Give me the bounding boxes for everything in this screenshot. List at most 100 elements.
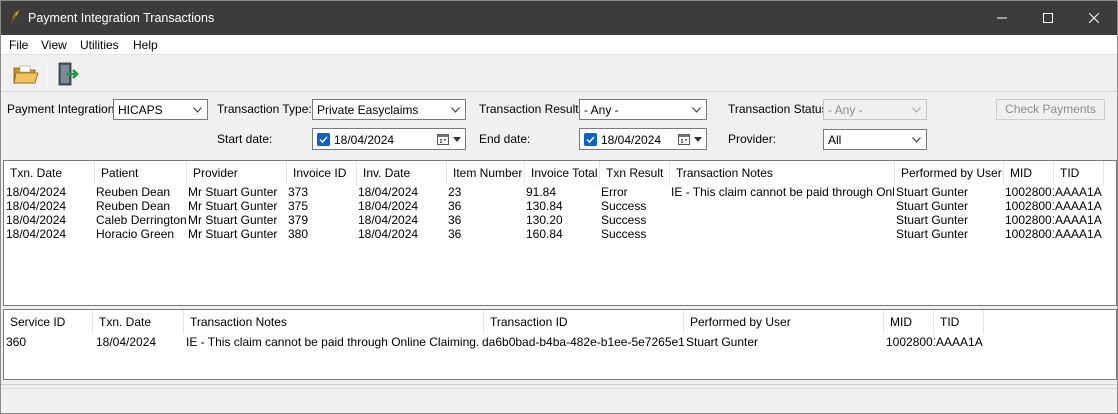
cell-txn-date: 18/04/2024: [6, 213, 67, 227]
column-header-patient[interactable]: Patient: [95, 161, 187, 185]
cell-item-number: 36: [448, 199, 462, 213]
cell-item-number: 36: [448, 227, 462, 241]
column-header-transaction-id[interactable]: Transaction ID: [484, 310, 684, 334]
menu-bar: File View Utilities Help: [1, 35, 1117, 55]
cell-performed-by-user: Stuart Gunter: [686, 335, 759, 349]
cell-txn-result: Error: [601, 185, 628, 199]
transaction-result-combo[interactable]: - Any -: [579, 99, 707, 120]
start-date-picker[interactable]: 18/04/2024: [312, 128, 466, 150]
column-header-mid[interactable]: MID: [1004, 161, 1054, 185]
provider-combo[interactable]: All: [823, 129, 927, 150]
column-header-mid[interactable]: MID: [884, 310, 934, 334]
cell-invoice-id: 373: [288, 185, 309, 199]
check-payments-button[interactable]: Check Payments: [996, 99, 1105, 120]
cell-txn-date: 18/04/2024: [96, 335, 157, 349]
minimize-icon: [997, 17, 1007, 19]
cell-mid: 10028001: [1005, 227, 1054, 241]
cell-invoice-total: 91.84: [526, 185, 557, 199]
minimize-button[interactable]: [979, 1, 1025, 35]
column-header-service-id[interactable]: Service ID: [4, 310, 93, 334]
column-header-transaction-notes[interactable]: Transaction Notes: [184, 310, 484, 334]
column-header-txn-date[interactable]: Txn. Date: [93, 310, 184, 334]
feather-quill-icon: [10, 9, 20, 25]
column-header-provider[interactable]: Provider: [187, 161, 287, 185]
cell-patient: Caleb Derrington: [96, 213, 186, 227]
transaction-type-combo[interactable]: Private Easyclaims: [312, 99, 466, 120]
cell-mid: 10028001: [1005, 199, 1054, 213]
cell-mid: 10028001: [886, 335, 935, 349]
exit-button[interactable]: [53, 59, 83, 89]
cell-item-number: 36: [448, 213, 462, 227]
cell-txn-date: 18/04/2024: [6, 185, 67, 199]
chevron-down-icon: [451, 107, 460, 113]
exit-door-icon: [58, 62, 79, 86]
cell-transaction-id: da6b0bad-b4ba-482e-b1ee-5e7265e139d: [482, 335, 685, 349]
menu-help[interactable]: Help: [133, 38, 158, 52]
cell-tid: AAAA1A: [1055, 227, 1102, 241]
cell-txn-date: 18/04/2024: [6, 227, 67, 241]
menu-file[interactable]: File: [9, 38, 28, 52]
transactions-grid[interactable]: Txn. Date Patient Provider Invoice ID In…: [3, 160, 1117, 306]
end-date-picker[interactable]: 18/04/2024: [579, 128, 707, 150]
window-title: Payment Integration Transactions: [28, 11, 215, 25]
column-header-txn-date[interactable]: Txn. Date: [4, 161, 95, 185]
column-header-inv-date[interactable]: Inv. Date: [357, 161, 447, 185]
maximize-button[interactable]: [1025, 1, 1071, 35]
cell-txn-result: Success: [601, 227, 647, 241]
menu-utilities[interactable]: Utilities: [80, 38, 119, 52]
chevron-down-icon[interactable]: [453, 137, 461, 142]
menu-view[interactable]: View: [41, 38, 67, 52]
cell-performed-by-user: Stuart Gunter: [896, 213, 969, 227]
start-date-label: Start date:: [217, 132, 273, 146]
toolbar-separator: [46, 62, 47, 86]
provider-value: All: [828, 133, 842, 147]
services-grid[interactable]: Service ID Txn. Date Transaction Notes T…: [3, 309, 1117, 380]
payment-integration-combo[interactable]: HICAPS: [113, 99, 208, 120]
open-folder-icon: [13, 65, 39, 84]
transaction-status-label: Transaction Status:: [728, 102, 831, 116]
transaction-type-label: Transaction Type:: [217, 102, 312, 116]
cell-invoice-id: 380: [288, 227, 309, 241]
transaction-status-value: - Any -: [828, 103, 863, 117]
calendar-icon: [437, 134, 449, 145]
column-header-txn-result[interactable]: Txn Result: [600, 161, 670, 185]
end-date-label: End date:: [479, 132, 531, 146]
cell-performed-by-user: Stuart Gunter: [896, 199, 969, 213]
checkbox-checked-icon[interactable]: [317, 133, 330, 146]
maximize-icon: [1043, 13, 1053, 23]
checkbox-checked-icon[interactable]: [584, 133, 597, 146]
column-header-transaction-notes[interactable]: Transaction Notes: [670, 161, 895, 185]
column-header-invoice-id[interactable]: Invoice ID: [287, 161, 357, 185]
close-button[interactable]: [1071, 1, 1117, 35]
column-header-tid[interactable]: TID: [1054, 161, 1104, 185]
cell-mid: 10028001: [1005, 185, 1054, 199]
column-header-performed-by-user[interactable]: Performed by User: [684, 310, 884, 334]
transaction-status-combo[interactable]: - Any -: [823, 99, 927, 120]
open-button[interactable]: [11, 59, 41, 89]
calendar-icon: [678, 134, 690, 145]
column-header-invoice-total[interactable]: Invoice Total: [525, 161, 600, 185]
cell-invoice-id: 375: [288, 199, 309, 213]
column-header-performed-by-user[interactable]: Performed by User: [895, 161, 1004, 185]
cell-patient: Horacio Green: [96, 227, 175, 241]
cell-inv-date: 18/04/2024: [358, 185, 419, 199]
cell-txn-result: Success: [601, 213, 647, 227]
cell-provider: Mr Stuart Gunter: [188, 227, 278, 241]
cell-item-number: 23: [448, 185, 462, 199]
status-bar: [1, 388, 1117, 413]
cell-provider: Mr Stuart Gunter: [188, 185, 278, 199]
cell-inv-date: 18/04/2024: [358, 213, 419, 227]
column-header-item-number[interactable]: Item Number: [447, 161, 525, 185]
title-bar[interactable]: Payment Integration Transactions: [1, 1, 1117, 35]
cell-patient: Reuben Dean: [96, 185, 171, 199]
chevron-down-icon: [692, 107, 701, 113]
cell-tid: AAAA1A: [1055, 199, 1102, 213]
cell-mid: 10028001: [1005, 213, 1054, 227]
chevron-down-icon[interactable]: [694, 137, 702, 142]
cell-invoice-id: 379: [288, 213, 309, 227]
column-header-tid[interactable]: TID: [934, 310, 984, 334]
cell-service-id: 360: [6, 335, 27, 349]
cell-inv-date: 18/04/2024: [358, 199, 419, 213]
payment-integration-label: Payment Integration:: [7, 102, 118, 116]
provider-label: Provider:: [728, 132, 777, 146]
